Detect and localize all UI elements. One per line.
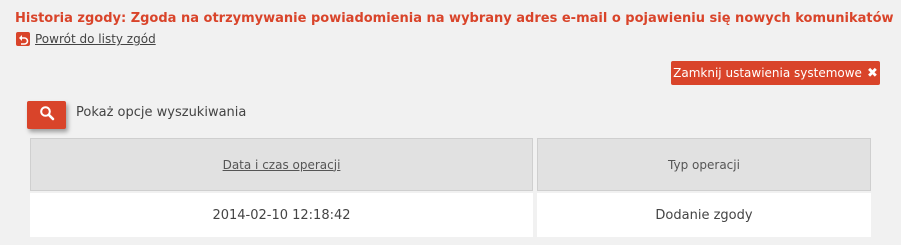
column-header-operation-type: Typ operacji: [537, 138, 871, 191]
table-header-row: Data i czas operacji Typ operacji: [30, 138, 871, 191]
cell-datetime: 2014-02-10 12:18:42: [30, 193, 533, 237]
column-header-datetime[interactable]: Data i czas operacji: [30, 138, 533, 191]
undo-arrow-icon[interactable]: [16, 32, 30, 46]
search-options-label[interactable]: Pokaż opcje wyszukiwania: [76, 105, 246, 120]
sort-by-datetime-link[interactable]: Data i czas operacji: [223, 158, 341, 172]
back-link[interactable]: Powrót do listy zgód: [35, 32, 156, 46]
operation-type-header-label: Typ operacji: [668, 157, 740, 172]
close-button-label: Zamknij ustawienia systemowe: [673, 66, 862, 80]
close-icon: ✖: [866, 65, 878, 81]
back-to-consents[interactable]: Powrót do listy zgód: [16, 32, 156, 46]
page-title: Historia zgody: Zgoda na otrzymywanie po…: [15, 11, 894, 26]
consent-history-table: Data i czas operacji Typ operacji 2014-0…: [30, 138, 871, 237]
search-icon: [39, 105, 55, 125]
search-toggle-button[interactable]: [27, 101, 66, 129]
table-row: 2014-02-10 12:18:42 Dodanie zgody: [30, 191, 871, 237]
cell-operation-type: Dodanie zgody: [537, 193, 871, 237]
close-system-settings-button[interactable]: Zamknij ustawienia systemowe ✖: [671, 61, 880, 85]
